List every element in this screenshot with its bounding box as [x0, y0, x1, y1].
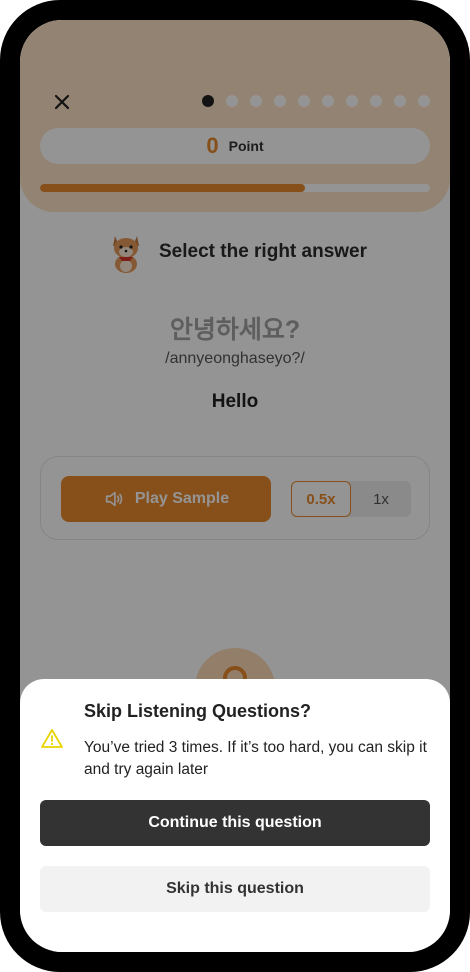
warning-icon: [40, 727, 64, 751]
dialog-message: You’ve tried 3 times. If it’s too hard, …: [84, 739, 427, 778]
continue-question-button[interactable]: Continue this question: [40, 800, 430, 846]
skip-dialog: Skip Listening Questions? You’ve tried 3…: [20, 679, 450, 952]
phone-frame: 0 Point Select the right answer 안녕하세요? /…: [0, 0, 470, 972]
dialog-title: Skip Listening Questions?: [84, 701, 312, 721]
app-screen: 0 Point Select the right answer 안녕하세요? /…: [20, 20, 450, 952]
skip-question-button[interactable]: Skip this question: [40, 866, 430, 912]
